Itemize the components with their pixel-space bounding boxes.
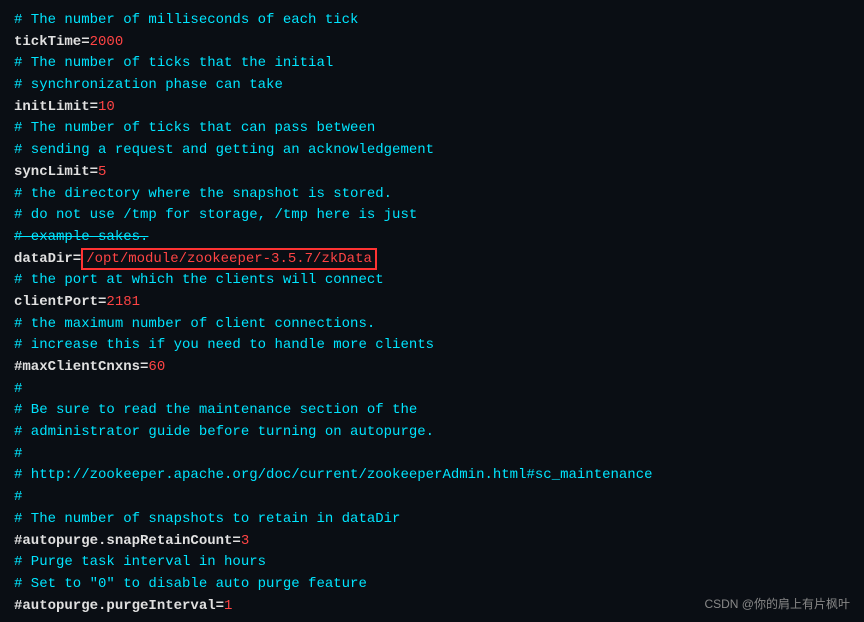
- terminal-window: # The number of milliseconds of each tic…: [0, 0, 864, 622]
- line-6: # The number of ticks that can pass betw…: [14, 118, 850, 140]
- line-4: # synchronization phase can take: [14, 75, 850, 97]
- watermark: CSDN @你的肩上有片枫叶: [704, 595, 850, 612]
- line-20: # administrator guide before turning on …: [14, 422, 850, 444]
- line-15: # the maximum number of client connectio…: [14, 314, 850, 336]
- val-snapretain: 3: [241, 533, 249, 549]
- line-24: # The number of snapshots to retain in d…: [14, 509, 850, 531]
- line-8: syncLimit=5: [14, 162, 850, 184]
- line-9: # the directory where the snapshot is st…: [14, 184, 850, 206]
- key-clientport: clientPort=: [14, 294, 106, 310]
- line-3: # The number of ticks that the initial: [14, 53, 850, 75]
- line-17: #maxClientCnxns=60: [14, 357, 850, 379]
- key-purgeinterval: #autopurge.purgeInterval=: [14, 598, 224, 614]
- line-21: #: [14, 444, 850, 466]
- key-synclimit: syncLimit=: [14, 164, 98, 180]
- line-22: # http://zookeeper.apache.org/doc/curren…: [14, 465, 850, 487]
- line-19: # Be sure to read the maintenance sectio…: [14, 400, 850, 422]
- key-maxclient: #maxClientCnxns=: [14, 359, 148, 375]
- val-maxclient: 60: [148, 359, 165, 375]
- line-5: initLimit=10: [14, 97, 850, 119]
- comment-strike: # example sakes.: [14, 229, 148, 245]
- key-ticktime: tickTime=: [14, 34, 90, 50]
- line-7: # sending a request and getting an ackno…: [14, 140, 850, 162]
- line-25: #autopurge.snapRetainCount=3: [14, 531, 850, 553]
- line-27: # Set to "0" to disable auto purge featu…: [14, 574, 850, 596]
- line-19-text: Be sure to read the maintenance section …: [22, 402, 417, 418]
- line-23: #: [14, 487, 850, 509]
- val-initlimit: 10: [98, 99, 115, 115]
- line-26: # Purge task interval in hours: [14, 552, 850, 574]
- key-snapretain: #autopurge.snapRetainCount=: [14, 533, 241, 549]
- line-10: # do not use /tmp for storage, /tmp here…: [14, 205, 850, 227]
- line-16: # increase this if you need to handle mo…: [14, 335, 850, 357]
- line-14: clientPort=2181: [14, 292, 850, 314]
- line-12: dataDir=/opt/module/zookeeper-3.5.7/zkDa…: [14, 249, 850, 271]
- line-18: #: [14, 379, 850, 401]
- line-11: # example sakes.: [14, 227, 850, 249]
- val-synclimit: 5: [98, 164, 106, 180]
- val-purgeinterval: 1: [224, 598, 232, 614]
- key-datadir: dataDir=: [14, 251, 81, 267]
- val-datadir: /opt/module/zookeeper-3.5.7/zkData: [81, 248, 377, 270]
- line-2: tickTime=2000: [14, 32, 850, 54]
- line-13: # the port at which the clients will con…: [14, 270, 850, 292]
- val-clientport: 2181: [106, 294, 140, 310]
- key-initlimit: initLimit=: [14, 99, 98, 115]
- val-ticktime: 2000: [90, 34, 124, 50]
- line-1: # The number of milliseconds of each tic…: [14, 10, 850, 32]
